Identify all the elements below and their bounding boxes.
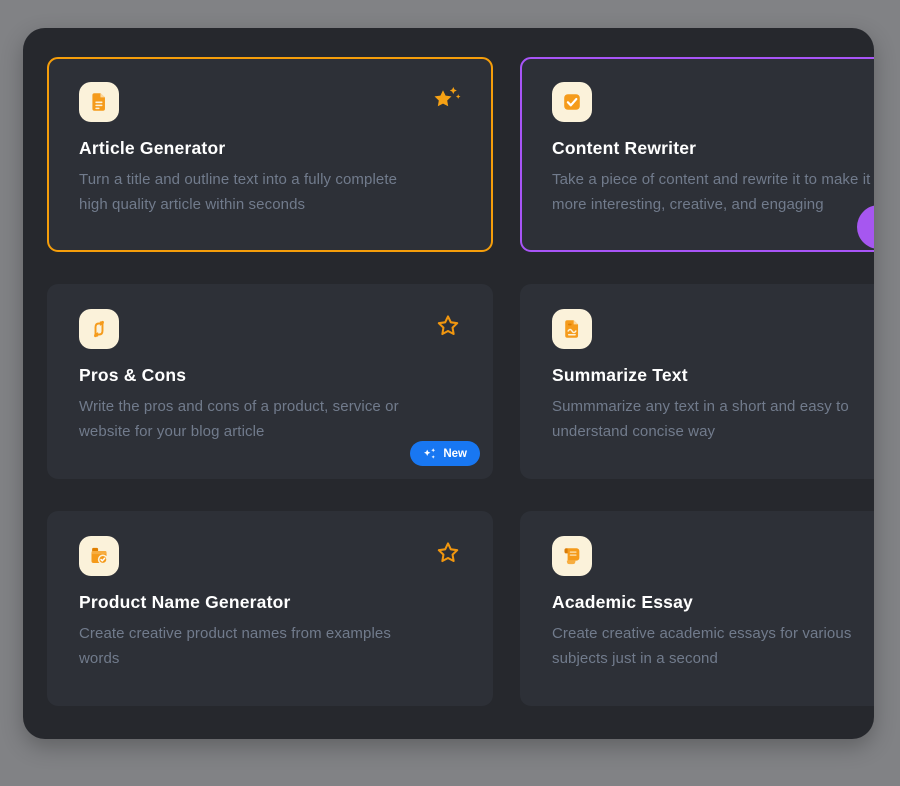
new-badge-label: New	[443, 448, 467, 460]
document-icon	[79, 82, 119, 122]
card-header	[552, 309, 874, 349]
favorite-star-filled-icon[interactable]	[431, 86, 461, 112]
card-header	[79, 309, 461, 349]
card-product-name-generator[interactable]: Product Name Generator Create creative p…	[47, 511, 493, 706]
card-title: Pros & Cons	[79, 365, 461, 386]
summary-document-icon	[552, 309, 592, 349]
card-summarize-text[interactable]: Summarize Text Summmarize any text in a …	[520, 284, 874, 479]
card-academic-essay[interactable]: Academic Essay Create creative academic …	[520, 511, 874, 706]
package-check-icon	[79, 536, 119, 576]
card-description: Summmarize any text in a short and easy …	[552, 395, 874, 444]
card-header	[552, 536, 874, 576]
card-pros-and-cons[interactable]: Pros & Cons Write the pros and cons of a…	[47, 284, 493, 479]
card-description: Take a piece of content and rewrite it t…	[552, 168, 874, 217]
favorite-star-outline-icon[interactable]	[435, 313, 461, 339]
templates-panel: Article Generator Turn a title and outli…	[23, 28, 874, 739]
card-article-generator[interactable]: Article Generator Turn a title and outli…	[47, 57, 493, 252]
card-title: Content Rewriter	[552, 138, 874, 159]
card-content-rewriter[interactable]: Content Rewriter Take a piece of content…	[520, 57, 874, 252]
sparkles-icon	[423, 447, 437, 461]
checkbox-icon	[552, 82, 592, 122]
swap-arrows-icon	[79, 309, 119, 349]
scroll-icon	[552, 536, 592, 576]
new-badge: New	[410, 441, 480, 466]
favorite-star-outline-icon[interactable]	[435, 540, 461, 566]
card-description: Write the pros and cons of a product, se…	[79, 395, 461, 444]
card-title: Product Name Generator	[79, 592, 461, 613]
card-description: Create creative academic essays for vari…	[552, 622, 874, 671]
card-title: Article Generator	[79, 138, 461, 159]
card-description: Create creative product names from examp…	[79, 622, 461, 671]
desktop-background: Article Generator Turn a title and outli…	[0, 0, 900, 786]
card-header	[552, 82, 874, 122]
card-header	[79, 536, 461, 576]
card-description: Turn a title and outline text into a ful…	[79, 168, 461, 217]
card-title: Academic Essay	[552, 592, 874, 613]
templates-grid: Article Generator Turn a title and outli…	[47, 57, 874, 706]
card-header	[79, 82, 461, 122]
card-title: Summarize Text	[552, 365, 874, 386]
